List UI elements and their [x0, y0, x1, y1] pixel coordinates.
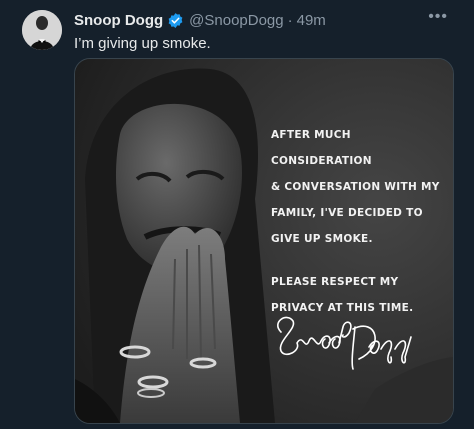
statement-text: After much consideration & conversation … — [271, 122, 449, 321]
tweet-header: Snoop Dogg @SnoopDogg · 49m — [74, 10, 326, 30]
author-handle[interactable]: @SnoopDogg — [189, 12, 283, 29]
tweet-text: I’m giving up smoke. — [74, 35, 211, 52]
statement-line: give up smoke. — [271, 233, 373, 245]
separator-dot: · — [287, 11, 293, 29]
timestamp[interactable]: 49m — [297, 12, 326, 29]
statement-line: family, I've decided to — [271, 207, 423, 219]
verified-badge-icon — [167, 12, 184, 29]
signature-image — [277, 316, 412, 370]
statement-spacer — [271, 252, 449, 269]
statement-line: After much consideration — [271, 129, 372, 167]
author-name[interactable]: Snoop Dogg — [74, 12, 163, 29]
more-horizontal-icon[interactable]: ••• — [428, 8, 448, 26]
tweet-media-image[interactable]: After much consideration & conversation … — [74, 58, 454, 424]
avatar[interactable] — [22, 10, 62, 50]
statement-line: Please respect my — [271, 276, 399, 288]
avatar-image — [22, 10, 62, 50]
statement-line: & conversation with my — [271, 181, 440, 193]
tweet: Snoop Dogg @SnoopDogg · 49m ••• I’m givi… — [0, 0, 474, 429]
